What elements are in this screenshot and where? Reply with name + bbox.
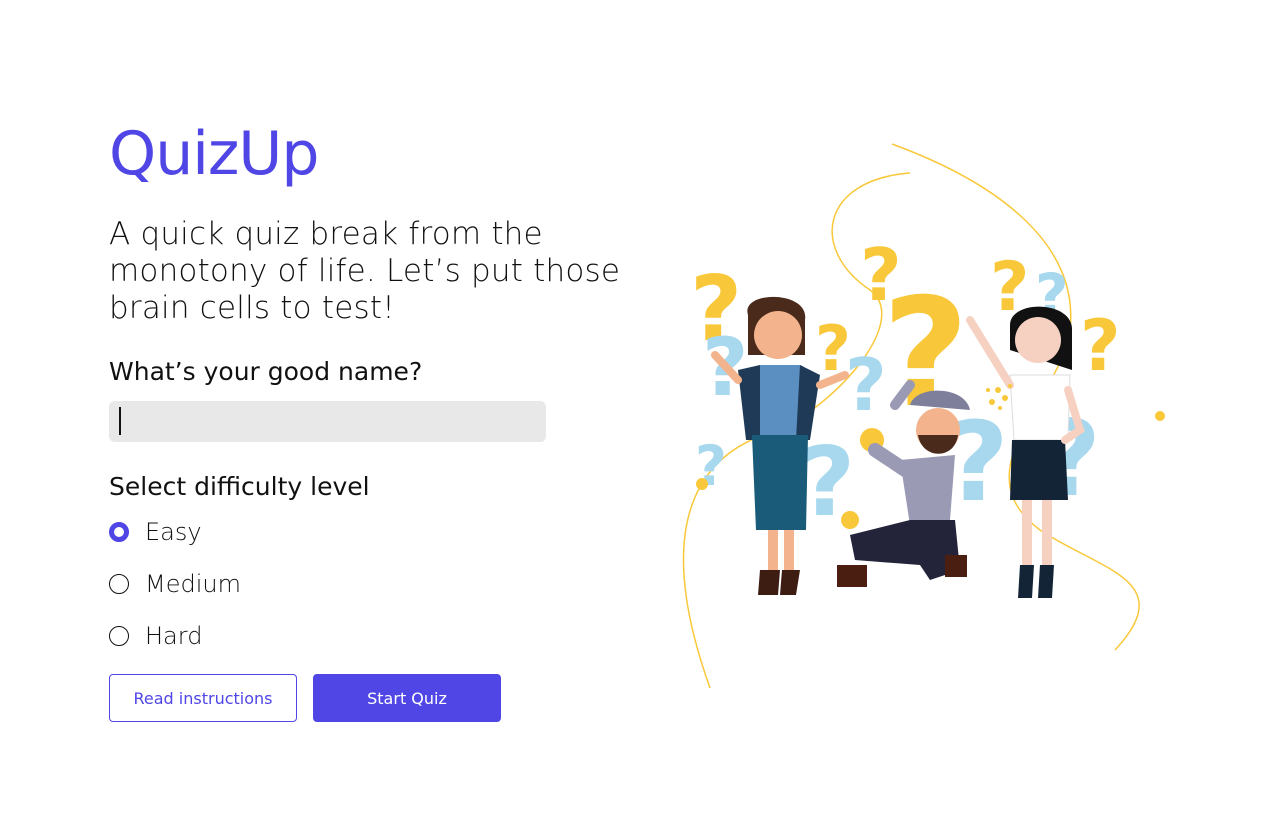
difficulty-option-medium[interactable]: Medium bbox=[109, 558, 649, 610]
difficulty-option-label: Easy bbox=[145, 518, 202, 546]
difficulty-option-hard[interactable]: Hard bbox=[109, 610, 649, 662]
difficulty-radio-group: Easy Medium Hard bbox=[109, 506, 649, 662]
action-buttons: Read instructions Start Quiz bbox=[109, 674, 649, 722]
quiz-people-illustration: ? ? ? ? ? ? ? ? ? ? ? ? ? bbox=[682, 143, 1165, 689]
tagline: A quick quiz break from the monotony of … bbox=[109, 216, 621, 326]
svg-text:?: ? bbox=[1080, 305, 1121, 387]
difficulty-label: Select difficulty level bbox=[109, 472, 370, 501]
main-panel: QuizUp A quick quiz break from the monot… bbox=[109, 118, 649, 722]
difficulty-option-easy[interactable]: Easy bbox=[109, 506, 649, 558]
difficulty-option-label: Hard bbox=[145, 622, 203, 650]
radio-hard[interactable] bbox=[109, 626, 129, 646]
read-instructions-button[interactable]: Read instructions bbox=[109, 674, 297, 722]
text-caret bbox=[119, 407, 121, 435]
name-label: What’s your good name? bbox=[109, 357, 423, 386]
name-input[interactable] bbox=[109, 401, 546, 442]
radio-easy[interactable] bbox=[109, 522, 129, 542]
radio-medium[interactable] bbox=[109, 574, 129, 594]
app-logo: QuizUp bbox=[109, 119, 319, 189]
svg-text:?: ? bbox=[845, 343, 887, 427]
start-quiz-button[interactable]: Start Quiz bbox=[313, 674, 501, 722]
difficulty-option-label: Medium bbox=[145, 570, 241, 598]
